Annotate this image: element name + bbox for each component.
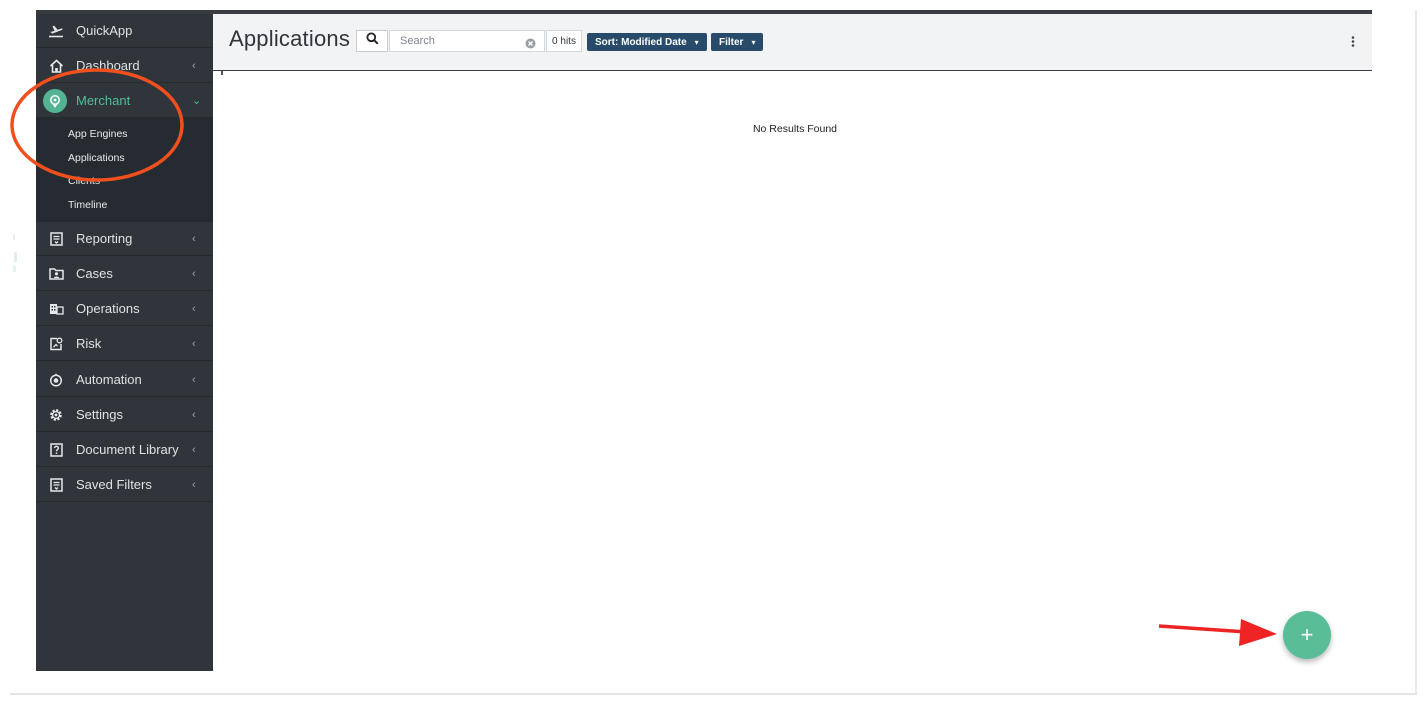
chevron-left-icon: ‹	[192, 337, 196, 350]
sidebar-item-label: QuickApp	[76, 23, 133, 38]
chevron-left-icon: ‹	[192, 443, 196, 456]
sidebar-item-label: Automation	[76, 372, 142, 387]
filter-dropdown-button[interactable]: Filter ▾	[711, 33, 764, 51]
sidebar-item-label: Reporting	[76, 231, 133, 246]
sidebar-subitem-app-engines[interactable]: App Engines	[68, 128, 128, 140]
chevron-left-icon: ‹	[192, 232, 196, 245]
folder-user-icon	[48, 266, 64, 282]
search-button[interactable]	[356, 30, 388, 52]
sidebar-item-automation[interactable]: Automation ‹	[36, 363, 213, 397]
sidebar-item-label: Risk	[76, 336, 102, 351]
plane-takeoff-icon	[48, 23, 64, 39]
building-icon	[48, 301, 64, 317]
sidebar-item-dashboard[interactable]: Dashboard ‹	[36, 49, 213, 83]
sidebar-item-settings[interactable]: Settings ‹	[36, 398, 213, 432]
page-title: Applications	[229, 26, 351, 51]
chevron-left-icon: ‹	[192, 408, 196, 421]
hits-count-label: 0 hits	[552, 35, 576, 47]
sidebar-item-label: Saved Filters	[76, 477, 152, 492]
chevron-down-icon: ⌄	[192, 95, 202, 107]
sidebar: QuickApp Dashboard ‹ Merchant ⌄ App Engi…	[36, 14, 213, 671]
sort-dropdown-label: Sort: Modified Date	[595, 36, 687, 48]
sidebar-item-saved-filters[interactable]: Saved Filters ‹	[36, 468, 213, 502]
home-icon	[48, 58, 64, 74]
annotation-arrow	[1158, 619, 1277, 646]
empty-results-message: No Results Found	[752, 123, 838, 135]
more-options-icon[interactable]	[1347, 34, 1359, 50]
chevron-left-icon: ‹	[192, 478, 196, 491]
sidebar-subitem-clients[interactable]: Clients	[68, 175, 100, 187]
caret-down-icon: ▾	[694, 37, 699, 47]
sort-dropdown-button[interactable]: Sort: Modified Date ▾	[587, 33, 707, 51]
gear-icon	[48, 407, 64, 423]
header-tick-mark	[221, 71, 223, 75]
sidebar-item-reporting[interactable]: Reporting ‹	[36, 222, 213, 256]
sidebar-item-risk[interactable]: Risk ‹	[36, 327, 213, 361]
report-icon	[48, 231, 64, 247]
frame-border-bottom	[10, 693, 1417, 695]
help-document-icon	[48, 442, 64, 458]
sidebar-item-label: Cases	[76, 266, 113, 281]
edge-artifact	[13, 234, 17, 272]
sidebar-subitem-timeline[interactable]: Timeline	[68, 199, 107, 211]
plus-icon: +	[1300, 622, 1314, 647]
location-pin-icon	[43, 88, 67, 113]
clear-search-icon[interactable]	[525, 36, 536, 49]
sidebar-item-cases[interactable]: Cases ‹	[36, 257, 213, 291]
sidebar-item-quickapp[interactable]: QuickApp	[36, 14, 213, 48]
add-application-button[interactable]: +	[1283, 611, 1331, 659]
chevron-left-icon: ‹	[192, 267, 196, 280]
chevron-left-icon: ‹	[192, 302, 196, 315]
sidebar-item-label: Settings	[76, 407, 123, 422]
sidebar-item-label: Dashboard	[76, 58, 140, 73]
automation-icon	[48, 372, 64, 388]
sidebar-item-label: Operations	[76, 301, 140, 316]
chevron-left-icon: ‹	[192, 59, 196, 72]
merchant-submenu: App Engines Applications Clients Timelin…	[36, 118, 213, 222]
sidebar-item-label: Merchant	[76, 93, 131, 108]
search-icon	[366, 32, 379, 50]
sidebar-item-label: Document Library	[76, 442, 179, 457]
chevron-left-icon: ‹	[192, 373, 196, 386]
sidebar-item-document-library[interactable]: Document Library ‹	[36, 433, 213, 467]
page-header: Applications 0 hits Sort: Modified Date …	[213, 14, 1372, 71]
sidebar-item-merchant[interactable]: Merchant ⌄	[36, 84, 213, 118]
search-input[interactable]	[389, 30, 545, 52]
frame-border-right	[1415, 10, 1417, 694]
filter-dropdown-label: Filter	[719, 36, 744, 48]
sidebar-subitem-applications[interactable]: Applications	[68, 152, 125, 164]
risk-icon	[48, 336, 64, 352]
saved-filter-icon	[48, 477, 64, 493]
caret-down-icon: ▾	[751, 37, 756, 47]
sidebar-item-operations[interactable]: Operations ‹	[36, 292, 213, 326]
hits-count: 0 hits	[546, 30, 582, 52]
